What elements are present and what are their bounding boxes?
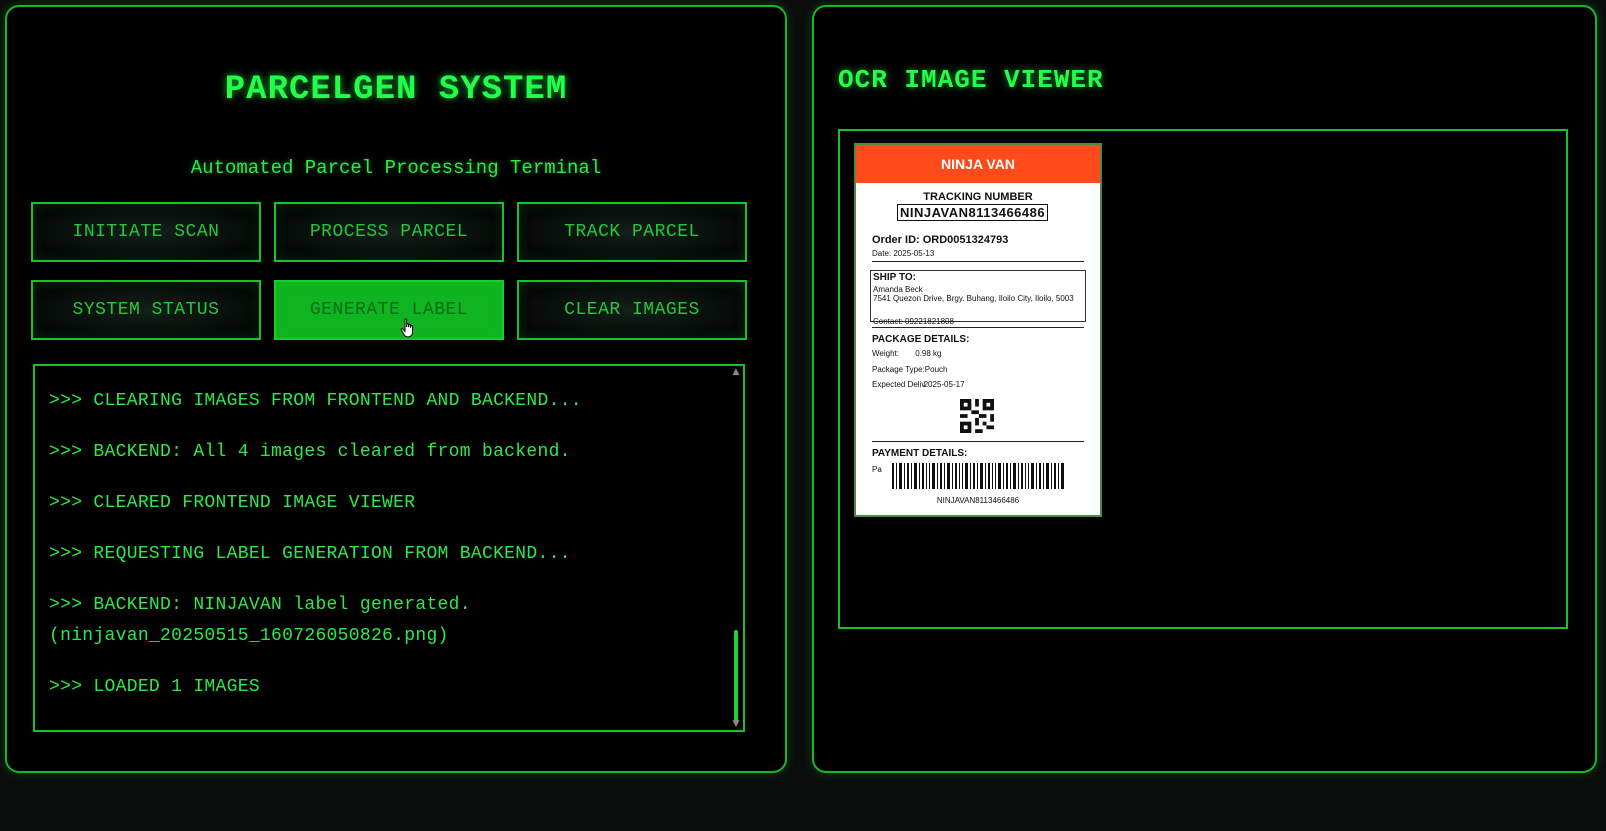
console-line: >>> REQUESTING LABEL GENERATION FROM BAC…	[49, 544, 571, 564]
app-title: PARCELGEN SYSTEM	[224, 71, 568, 109]
scroll-down-arrow-icon[interactable]: ▼	[732, 720, 740, 729]
console-line: >>> CLEARED FRONTEND IMAGE VIEWER	[49, 493, 416, 513]
divider	[872, 441, 1084, 442]
ship-contact: Contact: 09221821808	[873, 317, 954, 326]
shipping-label-image[interactable]: NINJA VAN TRACKING NUMBER NINJAVAN811346…	[854, 143, 1102, 517]
ocr-viewer-panel: OCR IMAGE VIEWER NINJA VAN TRACKING NUMB…	[812, 5, 1597, 773]
tracking-caption: TRACKING NUMBER	[923, 191, 1033, 203]
tracking-number: NINJAVAN8113466486	[897, 204, 1049, 221]
weight-value: 0.98 kg	[915, 349, 942, 358]
console-line: >>> BACKEND: All 4 images cleared from b…	[49, 442, 571, 462]
expected-value: 2025-05-17	[923, 380, 965, 389]
system-status-button[interactable]: SYSTEM STATUS	[31, 280, 261, 340]
clear-images-button[interactable]: CLEAR IMAGES	[517, 280, 747, 340]
payment-details-title: PAYMENT DETAILS:	[872, 448, 968, 459]
ship-name: Amanda Beck	[873, 285, 923, 294]
order-date: Date: 2025-05-13	[872, 249, 935, 258]
hand-cursor-icon	[400, 318, 413, 338]
generate-label-button[interactable]: GENERATE LABEL	[274, 280, 504, 340]
console-lines: >>> CLEARING IMAGES FROM FRONTEND AND BA…	[49, 386, 719, 723]
initiate-scan-button[interactable]: INITIATE SCAN	[31, 202, 261, 262]
console-scrollbar[interactable]: ▲ ▼	[731, 368, 741, 729]
expected-label: Expected Deliv	[872, 380, 926, 389]
carrier-header: NINJA VAN	[856, 145, 1100, 183]
weight-label: Weight:	[872, 349, 899, 358]
package-details-title: PACKAGE DETAILS:	[872, 334, 970, 345]
app-subtitle: Automated Parcel Processing Terminal	[190, 157, 602, 179]
payment-prefix: Pa	[872, 465, 882, 474]
qr-code-icon	[960, 399, 994, 433]
parcelgen-panel: PARCELGEN SYSTEM Automated Parcel Proces…	[5, 5, 787, 773]
barcode-icon	[892, 463, 1064, 489]
expected-row: Expected Deliv 2025-05-17	[872, 380, 965, 389]
console-output[interactable]: >>> CLEARING IMAGES FROM FRONTEND AND BA…	[33, 364, 745, 732]
weight-row: Weight: 0.98 kg	[872, 349, 941, 358]
divider	[872, 261, 1084, 262]
process-parcel-button[interactable]: PROCESS PARCEL	[274, 202, 504, 262]
ship-to-title: SHIP TO:	[873, 272, 916, 283]
viewer-title: OCR IMAGE VIEWER	[838, 65, 1104, 95]
package-type: Package Type:Pouch	[872, 365, 948, 374]
order-id: Order ID: ORD0051324793	[872, 234, 1009, 246]
scroll-up-arrow-icon[interactable]: ▲	[732, 368, 740, 377]
scroll-thumb[interactable]	[734, 630, 738, 722]
barcode-text: NINJAVAN8113466486	[936, 496, 1020, 505]
ship-address: 7541 Quezon Drive, Brgy. Buhang, Iloilo …	[873, 294, 1074, 303]
console-line: >>> LOADED 1 IMAGES	[49, 677, 260, 697]
image-viewer: NINJA VAN TRACKING NUMBER NINJAVAN811346…	[838, 129, 1568, 629]
divider	[872, 327, 1084, 328]
track-parcel-button[interactable]: TRACK PARCEL	[517, 202, 747, 262]
console-line: >>> CLEARING IMAGES FROM FRONTEND AND BA…	[49, 391, 582, 411]
console-line: >>> BACKEND: NINJAVAN label generated. (…	[49, 595, 482, 646]
